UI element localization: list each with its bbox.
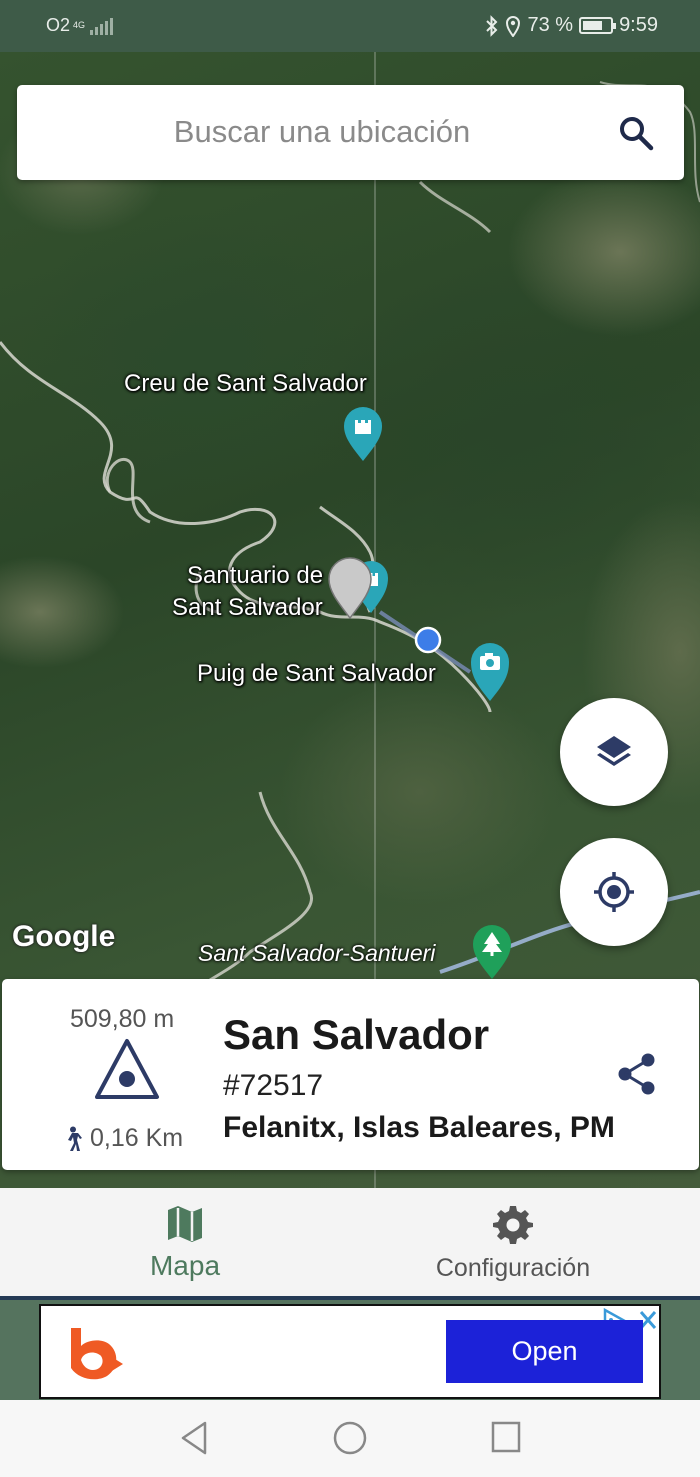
ad-open-button[interactable]: Open bbox=[446, 1320, 643, 1383]
current-location-dot-icon bbox=[414, 626, 442, 654]
status-right: 73 % 9:59 bbox=[485, 14, 658, 37]
share-icon[interactable] bbox=[614, 1051, 660, 1097]
peak-name: San Salvador bbox=[223, 1011, 490, 1058]
poi-label-creu: Creu de Sant Salvador bbox=[124, 370, 367, 397]
ad-banner[interactable]: Open bbox=[39, 1304, 661, 1399]
google-attribution: Google bbox=[12, 920, 116, 953]
nav-item-settings[interactable]: Configuración bbox=[338, 1188, 688, 1296]
location-icon bbox=[506, 15, 521, 37]
gear-icon bbox=[493, 1206, 533, 1244]
poi-label-santuario-2: Sant Salvador bbox=[172, 594, 323, 621]
poi-label-santuario-1: Santuario de bbox=[187, 562, 324, 589]
bottom-navigation: Mapa Configuración bbox=[0, 1188, 700, 1296]
status-bar: O2 4G 73 % 9:59 bbox=[0, 0, 700, 52]
road-label: Sant Salvador-Santueri bbox=[198, 940, 436, 966]
system-navigation-bar bbox=[0, 1400, 700, 1477]
bluetooth-icon bbox=[486, 14, 498, 37]
poi-label-puig: Puig de Sant Salvador bbox=[197, 660, 436, 687]
walking-icon bbox=[68, 1126, 82, 1151]
selected-pin-icon[interactable] bbox=[328, 557, 372, 619]
search-bar bbox=[17, 85, 684, 180]
distance-row: 0,16 Km bbox=[62, 1124, 183, 1153]
signal-icon bbox=[90, 17, 114, 35]
clock: 9:59 bbox=[619, 14, 658, 36]
battery-icon bbox=[579, 17, 617, 34]
camera-marker-icon[interactable] bbox=[470, 642, 510, 702]
status-left: O2 4G bbox=[46, 15, 114, 36]
peak-info-card[interactable]: 509,80 m 0,16 Km San Salvador #72517 Fel… bbox=[2, 979, 699, 1170]
layers-icon bbox=[597, 736, 631, 766]
my-location-button[interactable] bbox=[560, 838, 668, 946]
home-icon[interactable] bbox=[332, 1420, 368, 1456]
castle-marker-icon[interactable] bbox=[343, 406, 383, 462]
map-icon bbox=[168, 1206, 202, 1242]
nav-label-settings: Configuración bbox=[435, 1254, 591, 1282]
carrier-label: O2 bbox=[46, 15, 71, 35]
battery-percent: 73 % bbox=[527, 14, 574, 36]
distance-value: 0,16 Km bbox=[90, 1124, 184, 1152]
elevation-value: 509,80 m bbox=[70, 1005, 175, 1033]
search-input[interactable] bbox=[37, 107, 607, 157]
nav-item-map[interactable]: Mapa bbox=[10, 1188, 360, 1296]
peak-location: Felanitx, Islas Baleares, PM bbox=[223, 1111, 615, 1144]
nav-label-map: Mapa bbox=[149, 1250, 221, 1281]
ad-logo-icon bbox=[71, 1328, 123, 1380]
back-icon[interactable] bbox=[179, 1420, 209, 1456]
crosshair-icon bbox=[594, 872, 634, 912]
peak-id: #72517 bbox=[223, 1069, 324, 1102]
tree-marker-icon[interactable] bbox=[472, 924, 512, 980]
recents-icon[interactable] bbox=[490, 1420, 522, 1454]
layers-button[interactable] bbox=[560, 698, 668, 806]
summit-icon bbox=[95, 1039, 159, 1099]
search-icon[interactable] bbox=[618, 115, 654, 151]
network-type: 4G bbox=[73, 20, 86, 30]
